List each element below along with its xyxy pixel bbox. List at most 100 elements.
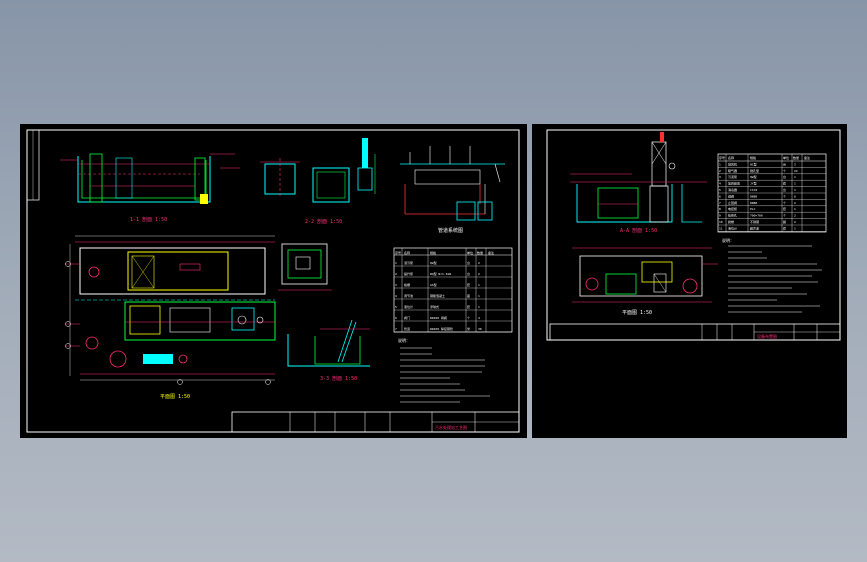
table-right-cell: 7	[719, 201, 721, 205]
table-right-cell: 台	[783, 174, 786, 179]
table-left-cell: 个	[467, 316, 470, 320]
table-left-cell: DN100 焊接钢管	[430, 326, 453, 331]
table-right-cell: 鼓风机	[728, 161, 737, 166]
table-left-cell: 提升泵	[404, 271, 413, 276]
table-right-cell: 24	[794, 169, 798, 173]
table-right-cell: 个	[783, 169, 786, 173]
table-left-h3: 单位	[467, 250, 473, 255]
title-block-right-text: 设备布置图	[757, 333, 777, 339]
table-left-cell: GS型	[430, 282, 437, 287]
notes-title-left: 说明：	[398, 337, 410, 343]
sheet-border-right	[546, 129, 841, 341]
plan-view-right-title: 平面图 1:50	[622, 310, 652, 316]
table-left-cell: 套	[467, 282, 470, 287]
table-right-cell: 爬梯	[728, 219, 734, 224]
section-view-2: 2-2 剖面 1:50	[260, 138, 376, 225]
table-right-cell: 6	[719, 194, 721, 198]
section-view-2-title: 2-2 剖面 1:50	[305, 218, 342, 225]
table-right-cell: 消毒器	[728, 187, 737, 192]
table-right-cell: 套	[783, 225, 786, 230]
cad-viewer-canvas: 1-1 剖面 1:50 2-2 剖面 1:50 管道系统图 平面图 1:50 3…	[0, 0, 867, 562]
table-right-cell: 电控柜	[728, 206, 737, 211]
drawing-sheet-right[interactable]: A-A 剖面 1:50 平面图 1:50 序号 名称 规格 单位 数量 备注 1…	[532, 124, 847, 438]
table-right-cell: 2	[794, 220, 796, 224]
table-right-cell: 台	[783, 161, 786, 166]
table-right-cell: 1	[794, 226, 796, 230]
table-right-cell: 检修孔	[728, 213, 737, 218]
drawing-sheet-left[interactable]: 1-1 剖面 1:50 2-2 剖面 1:50 管道系统图 平面图 1:50 3…	[20, 124, 527, 438]
table-left-cell: 6	[395, 316, 397, 320]
table-left-h2: 规格	[430, 250, 436, 255]
table-right-cell: 2	[719, 169, 721, 173]
table-right-cell: 个	[783, 201, 786, 205]
table-left-cell: QW型	[430, 260, 437, 265]
section-view-1: 1-1 剖面 1:50	[60, 153, 240, 223]
table-left-cell: 液位计	[404, 304, 413, 309]
drawing-sheet-right-svg: A-A 剖面 1:50 平面图 1:50 序号 名称 规格 单位 数量 备注 1…	[546, 129, 841, 341]
table-right-cell: 套	[783, 181, 786, 186]
table-left-cell: 台	[467, 271, 470, 276]
table-right-cell: 2	[794, 162, 796, 166]
table-right-cell: 闸阀	[728, 193, 734, 198]
table-right-cell: 个	[783, 214, 786, 218]
table-left-h4: 数量	[477, 250, 483, 255]
section-view-a: A-A 剖面 1:50	[570, 132, 707, 234]
table-right-cell: 4	[719, 182, 721, 186]
table-right-cell: 700×700	[750, 214, 763, 218]
table-right-cell: 台	[783, 187, 786, 192]
table-left-cell: 浮球式	[430, 304, 439, 309]
table-left-cell: 钢筋混凝土	[430, 293, 445, 298]
equipment-table-left: 序号 名称 规格 单位 数量 备注 1 潜污泵 QW型台 22 提升泵 WQ型 N=1.5…	[393, 247, 513, 333]
plan-view-main: 平面图 1:50	[65, 235, 276, 400]
table-left-cell: 4	[478, 316, 480, 320]
table-left-cell: 管道	[404, 326, 410, 331]
table-right-cell: 3	[719, 175, 721, 179]
table-left-cell: 2	[478, 261, 480, 265]
table-right-cell: PLC	[750, 207, 756, 211]
table-right-cell: 6	[794, 194, 796, 198]
table-right-cell: QW型	[750, 174, 757, 179]
table-right-h0: 序号	[719, 155, 725, 160]
table-right-cell: 曝气器	[728, 168, 737, 173]
table-right-cell: 不锈钢	[750, 219, 759, 224]
table-right-cell: 10	[719, 220, 723, 224]
table-left-cell: WQ型 N=1.5kW	[430, 271, 451, 276]
table-left-cell: 30	[478, 327, 482, 331]
table-right-cell: 11	[719, 226, 723, 230]
table-left-cell: 阀门	[404, 315, 410, 320]
table-left-cell: 7	[395, 327, 397, 331]
table-left-cell: 1	[478, 305, 480, 309]
table-right-cell: 2	[794, 214, 796, 218]
table-left-cell: 1	[478, 283, 480, 287]
notes-block-left: 说明：	[398, 337, 490, 403]
table-right-cell: 1	[794, 175, 796, 179]
title-block-right: 设备布置图	[549, 323, 841, 341]
table-left-cell: 3	[395, 283, 397, 287]
table-right-cell: 2	[794, 201, 796, 205]
section-view-a-title: A-A 剖面 1:50	[620, 227, 657, 234]
table-right-cell: 1	[794, 207, 796, 211]
table-right-cell: 超声波	[750, 225, 759, 230]
table-right-cell: 液位计	[728, 225, 737, 230]
table-right-cell: 5	[719, 188, 721, 192]
table-right-cell: 8	[719, 207, 721, 211]
table-left-cell: 调节池	[404, 293, 413, 298]
table-right-cell: 1	[794, 188, 796, 192]
plan-view-right: 平面图 1:50	[572, 247, 718, 316]
table-right-cell: 套	[783, 206, 786, 211]
table-left-cell: 米	[467, 326, 470, 331]
table-left-cell: 套	[467, 304, 470, 309]
plan-view-main-title: 平面图 1:50	[160, 394, 190, 400]
table-right-cell: 污泥泵	[728, 174, 737, 179]
table-left-h5: 备注	[488, 250, 494, 255]
table-right-cell: 止回阀	[728, 200, 737, 205]
table-left-cell: 台	[467, 260, 470, 265]
table-right-cell: HC型	[750, 161, 757, 166]
table-left-cell: 1	[395, 261, 397, 265]
pipe-schematic-title: 管道系统图	[438, 227, 463, 234]
table-left-cell: 2	[478, 272, 480, 276]
table-right-cell: DN80	[750, 201, 757, 205]
plan-detail-box	[278, 243, 332, 291]
table-left-cell: 座	[467, 293, 470, 298]
table-left-h0: 序号	[395, 250, 401, 255]
